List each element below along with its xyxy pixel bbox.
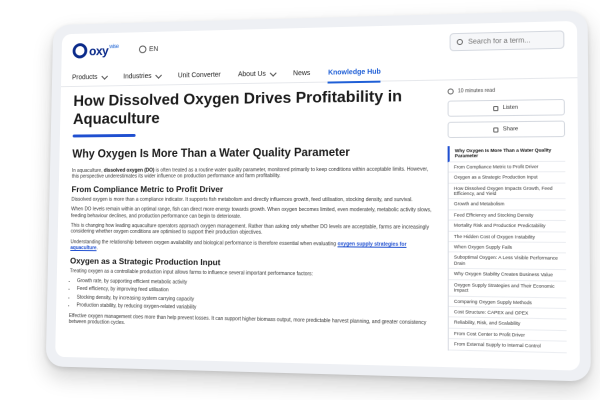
search-icon xyxy=(456,38,463,46)
toc-item[interactable]: Oxygen Supply Strategies and Their Econo… xyxy=(448,279,567,298)
paragraph: Dissolved oxygen is more than a complian… xyxy=(71,196,413,203)
paragraph: Understanding the relationship between o… xyxy=(70,239,437,255)
nav-item-news[interactable]: News xyxy=(293,65,310,83)
nav-item-knowledge-hub[interactable]: Knowledge Hub xyxy=(328,63,381,82)
page-title: How Dissolved Oxygen Drives Profitabilit… xyxy=(72,88,403,128)
nav-label: Knowledge Hub xyxy=(328,68,381,77)
title-underline xyxy=(72,133,136,138)
paragraph-text: Understanding the relationship between o… xyxy=(70,239,338,248)
nav-label: About Us xyxy=(237,70,266,79)
logo-text: oxy xyxy=(88,43,109,58)
read-time-label: 10 minutes read xyxy=(457,87,496,95)
paragraph: When DO levels remain within an optimal … xyxy=(70,206,432,220)
toc-item[interactable]: From Compliance Metric to Profit Driver xyxy=(448,161,566,173)
article-content: How Dissolved Oxygen Drives Profitabilit… xyxy=(69,85,438,338)
paragraph: Effective oxygen management does more th… xyxy=(68,312,427,327)
toc-item[interactable]: Growth and Metabolism xyxy=(448,199,566,211)
toc-item[interactable]: Oxygen as a Strategic Production Input xyxy=(448,172,566,184)
chevron-down-icon xyxy=(269,69,277,77)
paragraph: Treating oxygen as a controllable produc… xyxy=(69,268,313,278)
share-label: Share xyxy=(502,126,519,133)
nav-item-products[interactable]: Products xyxy=(72,69,108,87)
nav-item-about-us[interactable]: About Us xyxy=(237,65,277,83)
toc-item[interactable]: From External Supply to Internal Control xyxy=(448,339,567,353)
search-box[interactable] xyxy=(449,30,565,52)
site-logo[interactable]: oxy wise xyxy=(72,42,119,59)
nav-item-industries[interactable]: Industries xyxy=(123,68,162,86)
logo-ring-icon xyxy=(72,43,88,59)
paragraph-text: . xyxy=(96,245,98,252)
chevron-down-icon xyxy=(155,71,162,79)
table-of-contents: Why Oxygen Is More Than a Water Quality … xyxy=(447,145,567,353)
listen-button[interactable]: Listen xyxy=(447,98,565,117)
article-sidebar: 10 minutes read Listen Share Why Oxygen … xyxy=(447,87,567,353)
nav-item-unit-converter[interactable]: Unit Converter xyxy=(178,66,221,84)
language-label: EN xyxy=(149,45,159,53)
share-button[interactable]: Share xyxy=(447,120,566,139)
listen-label: Listen xyxy=(502,104,519,112)
toc-item[interactable]: The Hidden Cost of Oxygen Instability xyxy=(448,231,566,244)
nav-label: Industries xyxy=(123,73,152,81)
paragraph: This is changing how leading aquaculture… xyxy=(70,222,430,237)
intro-paragraph: In aquaculture, dissolved oxygen (DO) is… xyxy=(72,167,438,181)
section-heading: Why Oxygen Is More Than a Water Quality … xyxy=(72,146,350,161)
search-input[interactable] xyxy=(468,36,552,46)
toc-item[interactable]: Mortality Risk and Production Predictabi… xyxy=(448,220,566,233)
subsection-heading: Oxygen as a Strategic Production Input xyxy=(69,255,221,267)
toc-item[interactable]: How Dissolved Oxygen Impacts Growth, Fee… xyxy=(448,183,566,200)
browser-screen: oxy wise EN Products Industri xyxy=(55,20,580,371)
intro-text-1: In aquaculture, xyxy=(71,167,104,174)
intro-bold: dissolved oxygen (DO) xyxy=(103,167,155,174)
stage: oxy wise EN Products Industri xyxy=(0,0,600,400)
toc-item[interactable]: Why Oxygen Is More Than a Water Quality … xyxy=(447,145,566,163)
toc-item[interactable]: Suboptimal Oxygen: A Less Visible Perfor… xyxy=(448,252,567,271)
clock-icon xyxy=(447,88,454,95)
subsection-heading: From Compliance Metric to Profit Driver xyxy=(71,183,224,194)
toc-item[interactable]: Feed Efficiency and Stocking Density xyxy=(448,210,566,222)
bullet-list: Growth rate, by supporting efficient met… xyxy=(69,278,437,316)
nav-label: Unit Converter xyxy=(177,71,221,80)
read-time: 10 minutes read xyxy=(447,87,565,95)
nav-label: Products xyxy=(72,74,98,82)
speaker-icon xyxy=(493,105,499,111)
chevron-down-icon xyxy=(101,72,108,80)
share-icon xyxy=(493,126,499,133)
nav-label: News xyxy=(293,70,311,78)
device-frame: oxy wise EN Products Industri xyxy=(45,10,591,382)
language-selector[interactable]: EN xyxy=(138,45,159,54)
globe-icon xyxy=(138,45,147,54)
logo-suffix: wise xyxy=(109,44,119,51)
